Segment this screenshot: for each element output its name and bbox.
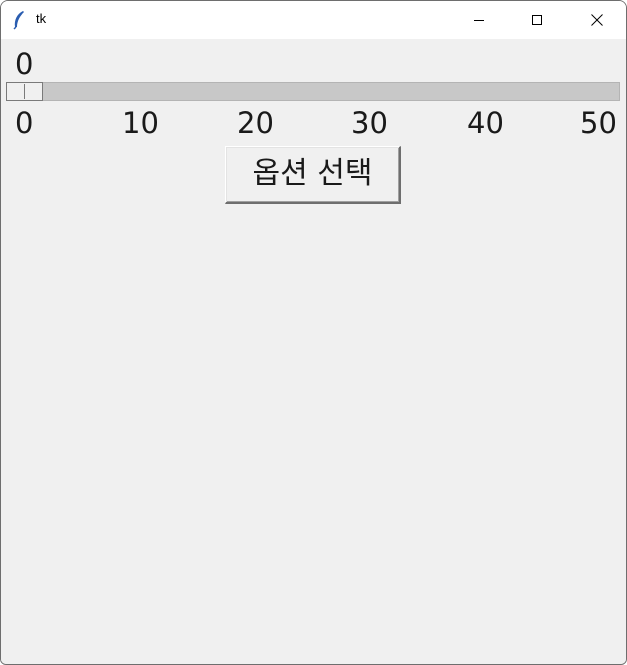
- slider-trough[interactable]: [6, 82, 620, 101]
- window-title: tk: [36, 11, 47, 26]
- maximize-icon: [532, 15, 542, 25]
- slider-tick-10: 10: [122, 106, 159, 140]
- maximize-button[interactable]: [508, 1, 566, 39]
- close-button[interactable]: [568, 1, 626, 39]
- title-bar[interactable]: tk: [1, 1, 626, 39]
- feather-icon: [11, 10, 27, 30]
- close-icon: [591, 14, 603, 26]
- app-window: tk 0 0 10 20 30 40 50 옵션 선택: [0, 0, 627, 665]
- slider-tick-40: 40: [467, 106, 504, 140]
- slider-thumb[interactable]: [6, 82, 43, 101]
- minimize-button[interactable]: [450, 1, 508, 39]
- slider-value-label: 0: [15, 47, 34, 81]
- slider-tick-20: 20: [237, 106, 274, 140]
- minimize-icon: [474, 20, 484, 21]
- window-content: 0 0 10 20 30 40 50 옵션 선택: [1, 39, 626, 664]
- select-option-button[interactable]: 옵션 선택: [225, 146, 401, 204]
- slider-tick-50: 50: [580, 106, 617, 140]
- slider-tick-30: 30: [351, 106, 388, 140]
- slider-tick-0: 0: [15, 106, 34, 140]
- slider-thumb-notch: [24, 84, 25, 99]
